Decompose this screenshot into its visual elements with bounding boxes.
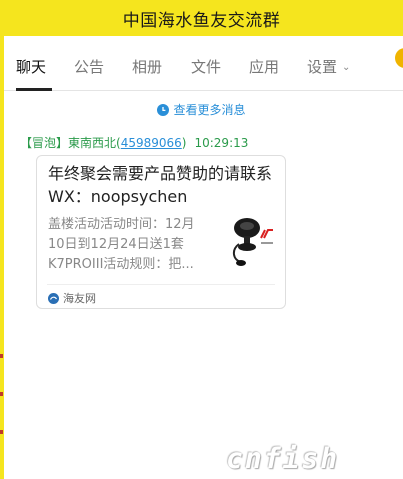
more-messages-link[interactable]: 查看更多消息 — [0, 101, 403, 118]
message-meta: 【冒泡】東南西北(45989066) 10:29:13 — [20, 136, 249, 150]
group-title: 中国海水鱼友交流群 — [122, 10, 281, 31]
product-thumbnail — [227, 214, 277, 270]
chevron-down-icon: ⌄ — [342, 62, 351, 73]
card-desc-line: 10日到12月24日送1套 — [48, 237, 184, 252]
card-divider — [47, 284, 275, 285]
card-source-label: 海友网 — [63, 292, 96, 305]
clock-icon — [157, 103, 170, 116]
edge-mark — [0, 392, 3, 396]
card-desc-line: 盖楼活动活动时间：12月 — [48, 217, 195, 232]
sender-uid[interactable]: 45989066 — [121, 136, 182, 150]
tab-chat[interactable]: 聊天 — [16, 56, 46, 77]
sender-name[interactable]: 東南西北 — [68, 136, 116, 150]
message-time: 10:29:13 — [194, 136, 249, 150]
more-messages-label: 查看更多消息 — [173, 103, 246, 117]
edge-mark — [0, 430, 3, 434]
card-source: 海友网 — [48, 290, 96, 306]
bell-icon[interactable] — [395, 48, 403, 68]
active-tab-indicator — [16, 88, 52, 91]
site-logo-icon — [48, 292, 59, 304]
sender-badge: 【冒泡】 — [20, 136, 69, 150]
tab-apps[interactable]: 应用 — [249, 56, 279, 77]
tab-settings-label: 设置 — [307, 58, 338, 76]
tab-announcements[interactable]: 公告 — [74, 56, 104, 77]
tab-bar: 聊天 公告 相册 文件 应用 设置 ⌄ — [4, 36, 403, 91]
tab-album[interactable]: 相册 — [132, 56, 162, 77]
tab-files[interactable]: 文件 — [191, 56, 221, 77]
site-watermark: cnfish — [226, 442, 340, 475]
tab-settings[interactable]: 设置 ⌄ — [307, 56, 350, 77]
card-title: 年终聚会需要产品赞助的请联系WX：noopsychen — [48, 164, 273, 206]
share-card[interactable]: 年终聚会需要产品赞助的请联系WX：noopsychen 盖楼活动活动时间：12月… — [36, 155, 286, 309]
card-desc-line: K7PROIII活动规则：把... — [48, 257, 194, 272]
card-description: 盖楼活动活动时间：12月 10日到12月24日送1套 K7PROIII活动规则：… — [48, 215, 208, 275]
group-header: 中国海水鱼友交流群 — [0, 0, 403, 36]
edge-mark — [0, 354, 3, 358]
